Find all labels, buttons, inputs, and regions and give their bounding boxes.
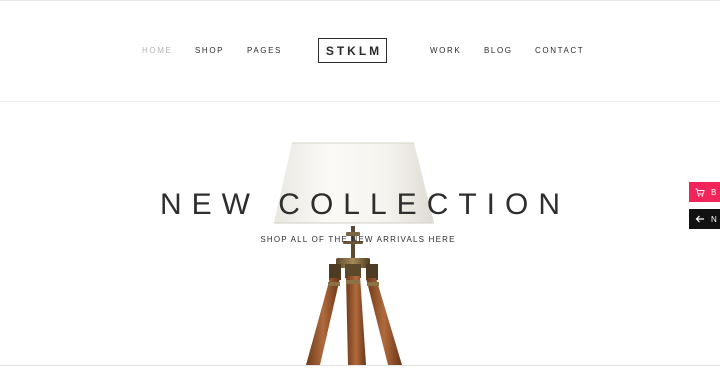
cart-side-button[interactable]: B <box>689 182 720 202</box>
arrow-left-icon <box>695 215 704 223</box>
hero-banner: NEW COLLECTION SHOP ALL OF THE NEW ARRIV… <box>0 102 720 365</box>
hero-subtitle: SHOP ALL OF THE NEW ARRIVALS HERE <box>260 235 456 244</box>
logo-text: STKLM <box>325 43 383 58</box>
nav-pages-link[interactable]: PAGES <box>247 46 282 56</box>
back-side-label: N <box>711 214 717 224</box>
site-header: HOME SHOP PAGES STKLM WORK BLOG CONTACT <box>0 1 720 102</box>
nav-blog-link[interactable]: BLOG <box>484 46 513 56</box>
site-logo[interactable]: STKLM <box>318 38 387 63</box>
cart-side-label: B <box>711 187 717 197</box>
nav-shop-link[interactable]: SHOP <box>195 46 224 56</box>
nav-home-link[interactable]: HOME <box>142 46 172 56</box>
nav-contact-link[interactable]: CONTACT <box>535 46 584 56</box>
back-side-button[interactable]: N <box>689 209 720 229</box>
tripod-lamp-image <box>274 142 434 365</box>
hero-title: NEW COLLECTION <box>159 188 571 221</box>
nav-work-link[interactable]: WORK <box>430 46 461 56</box>
next-section <box>0 366 720 389</box>
cart-icon <box>695 188 705 197</box>
